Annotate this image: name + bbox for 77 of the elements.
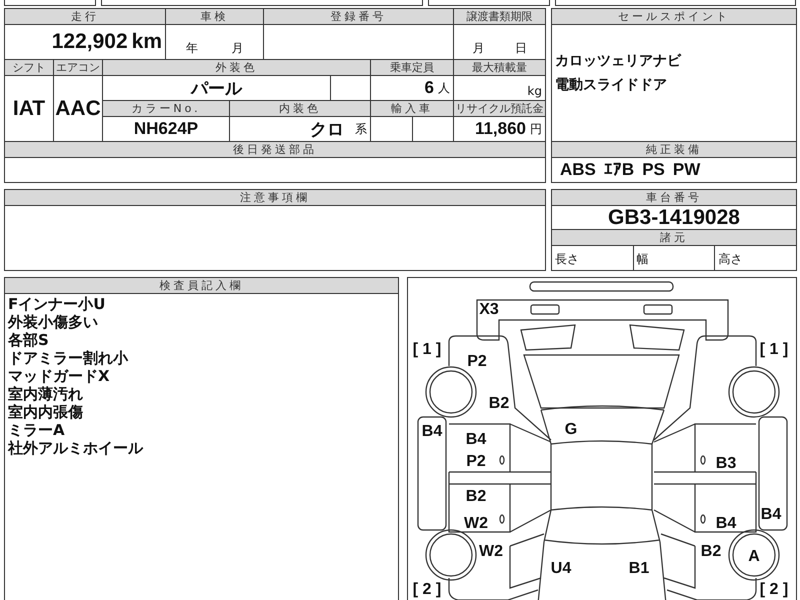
damage-mark: B4 <box>716 516 736 532</box>
column-header: 車台番号 <box>552 190 796 205</box>
inspector-note: 外装小傷多い <box>8 313 98 331</box>
damage-mark: G <box>564 422 578 438</box>
shift-value: IAT <box>12 96 46 120</box>
unit-label: kg <box>527 84 542 98</box>
panel-number-label: [ 2 ] <box>760 582 788 598</box>
column-header: エアコン <box>54 60 102 75</box>
unit-label: 人 <box>438 80 450 96</box>
column-header: 検査員記入欄 <box>5 278 398 293</box>
damage-mark: P2 <box>466 454 486 470</box>
equipment-item: PS <box>642 160 665 180</box>
sales-point: 電動スライドドア <box>555 76 667 94</box>
column-header: セールスポイント <box>552 9 796 24</box>
panel-number-label: [ 2 ] <box>412 582 442 598</box>
damage-mark: B4 <box>466 432 486 448</box>
damage-mark: X3 <box>479 302 499 318</box>
damage-mark: B1 <box>628 561 650 577</box>
equipment-item: ABS <box>560 160 596 180</box>
column-header: 走行 <box>5 9 165 24</box>
column-header: 後日発送部品 <box>5 142 545 157</box>
column-header: 登録番号 <box>264 9 453 24</box>
equipment-item: ｴｱB <box>604 160 634 180</box>
inspector-note: 各部S <box>8 331 49 349</box>
inspector-note: 室内内張傷 <box>8 403 83 421</box>
interior-color-value: クロ <box>310 118 344 140</box>
column-header: 注意事項欄 <box>5 190 545 205</box>
spec-label: 幅 <box>636 251 649 268</box>
damage-mark: W2 <box>464 516 488 532</box>
column-header: 最大積載量 <box>454 60 545 75</box>
column-header: 乗車定員 <box>371 60 453 75</box>
spec-label: 高さ <box>718 251 742 268</box>
damage-mark: P2 <box>467 354 487 370</box>
inspector-note: 社外アルミホイール <box>8 439 143 457</box>
damage-mark: B2 <box>700 544 722 560</box>
damage-mark: B4 <box>422 424 442 440</box>
inspector-note: ミラーA <box>8 421 65 439</box>
equipment-item: PW <box>672 160 700 180</box>
column-header: 輸入車 <box>371 101 453 116</box>
inspector-note: 室内薄汚れ <box>8 385 83 403</box>
mileage-value: 122,902 <box>52 30 128 54</box>
column-header: 譲渡書類期限 <box>454 9 545 24</box>
capacity-value: 6 <box>424 78 434 98</box>
column-header: シフト <box>5 60 53 75</box>
unit-label: 年 <box>186 40 198 57</box>
column-header: 諸元 <box>552 230 796 245</box>
air-conditioner-value: AAC <box>55 96 101 120</box>
column-header: 車検 <box>166 9 263 24</box>
recycling-deposit-value: 11,860 <box>474 119 526 139</box>
exterior-color-value: パール <box>191 78 242 100</box>
unit-label: 月 <box>231 40 244 57</box>
unit-label: km <box>132 30 162 54</box>
sales-point: カロッツェリアナビ <box>555 52 681 70</box>
spec-label: 長さ <box>555 251 579 268</box>
damage-mark: U4 <box>550 561 572 577</box>
column-header: 外装色 <box>103 60 370 75</box>
unit-label: 日 <box>514 40 527 57</box>
column-header: 内装色 <box>230 101 370 116</box>
damage-mark: B2 <box>488 396 510 412</box>
color-number-value: NH624P <box>134 119 198 139</box>
column-header: リサイクル預託金 <box>454 101 545 116</box>
panel-number-label: [ 1 ] <box>412 342 442 358</box>
column-header: カラーNo. <box>103 101 229 116</box>
damage-mark: W2 <box>479 544 503 560</box>
chassis-number-value: GB3-1419028 <box>608 206 740 230</box>
column-header: 純正装備 <box>552 142 796 157</box>
inspector-note: ドアミラー割れ小 <box>8 349 128 367</box>
panel-number-label: [ 1 ] <box>760 342 788 358</box>
damage-mark: A <box>748 549 760 565</box>
damage-mark: B2 <box>466 489 486 505</box>
damage-mark: B3 <box>716 456 736 472</box>
inspector-note: マッドガードX <box>8 367 110 385</box>
suffix-label: 系 <box>355 120 367 138</box>
damage-mark: B4 <box>760 507 782 523</box>
inspector-note: Fインナー小U <box>8 295 106 313</box>
unit-label: 円 <box>530 120 542 138</box>
unit-label: 月 <box>472 40 484 57</box>
